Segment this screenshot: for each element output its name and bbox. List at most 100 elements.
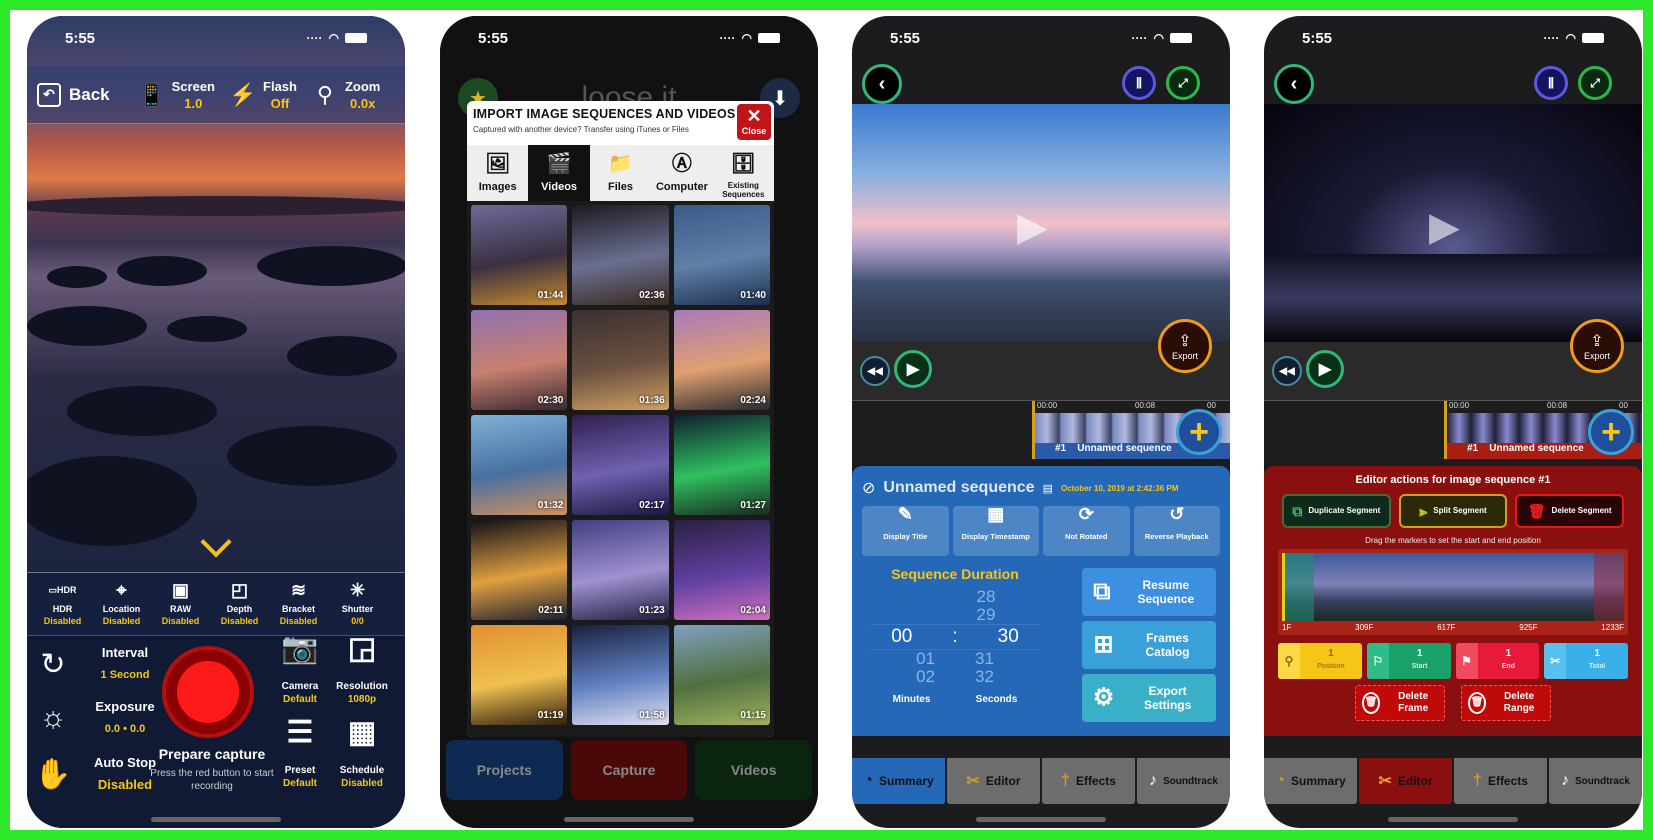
position-counter[interactable]: ⚲ 1 Position bbox=[1278, 643, 1362, 679]
tab-existing-sequences[interactable]: 🗄 Existing Sequences bbox=[713, 145, 774, 201]
export-button[interactable]: ⇪ Export bbox=[1158, 319, 1212, 373]
rotate-button[interactable]: ⟳ Not Rotated bbox=[1043, 505, 1130, 556]
frame-strip[interactable]: 1F 309F 617F 925F 1233F bbox=[1278, 549, 1628, 635]
display-title-button[interactable]: ✎ Display Title bbox=[862, 505, 949, 556]
tab-summary[interactable]: ◔ Summary bbox=[1264, 758, 1357, 804]
tab-videos[interactable]: 🎬 Videos bbox=[528, 145, 590, 201]
seconds-value[interactable]: 30 bbox=[998, 625, 1019, 649]
back-button[interactable]: ↶ Back bbox=[37, 82, 110, 107]
nav-projects[interactable]: Projects bbox=[446, 740, 563, 800]
back-button[interactable]: ‹ bbox=[862, 64, 902, 104]
camera-button[interactable]: 📷 Camera Default bbox=[265, 634, 335, 706]
video-thumbnail[interactable]: 01:36 bbox=[572, 310, 669, 410]
option-raw[interactable]: ▣ RAW Disabled bbox=[151, 577, 210, 635]
tab-soundtrack[interactable]: ♪ Soundtrack bbox=[1137, 758, 1230, 804]
tab-effects[interactable]: † Effects bbox=[1042, 758, 1135, 804]
rewind-button[interactable]: ◀◀ bbox=[860, 356, 890, 386]
duplicate-segment-button[interactable]: ⧉ Duplicate Segment bbox=[1282, 494, 1391, 528]
end-marker[interactable] bbox=[1594, 553, 1624, 621]
screen-button[interactable]: 📱 Screen 1.0 bbox=[138, 78, 215, 112]
timeline[interactable]: 00:00 00:08 00 #1 Unnamed sequence bbox=[852, 400, 1230, 460]
tab-effects[interactable]: † Effects bbox=[1454, 758, 1547, 804]
video-thumbnail[interactable]: 01:32 bbox=[471, 415, 568, 515]
video-thumbnail[interactable]: 02:17 bbox=[572, 415, 669, 515]
adjustments-button[interactable]: ⫼ bbox=[1534, 66, 1568, 100]
video-thumbnail[interactable]: 01:19 bbox=[471, 625, 568, 725]
video-thumbnail[interactable]: 01:23 bbox=[572, 520, 669, 620]
delete-range-button[interactable]: 🗑 Delete Range bbox=[1461, 685, 1551, 721]
frame-mark: 925F bbox=[1519, 623, 1538, 632]
split-segment-button[interactable]: ⫸ Split Segment bbox=[1398, 494, 1508, 528]
fullscreen-icon: ⤢ bbox=[1590, 75, 1600, 90]
video-thumbnail[interactable]: 01:40 bbox=[673, 205, 770, 305]
fullscreen-button[interactable]: ⤢ bbox=[1578, 66, 1612, 100]
back-button[interactable]: ‹ bbox=[1274, 64, 1314, 104]
add-button[interactable]: + bbox=[1176, 409, 1222, 455]
resolution-button[interactable]: ◲ Resolution 1080p bbox=[327, 634, 397, 706]
video-thumbnail[interactable]: 02:24 bbox=[673, 310, 770, 410]
play-button[interactable]: ▶ bbox=[894, 350, 932, 388]
tab-computer[interactable]: Ⓐ Computer bbox=[651, 145, 712, 201]
start-marker[interactable] bbox=[1282, 553, 1314, 621]
delete-segment-button[interactable]: 🗑 Delete Segment bbox=[1515, 494, 1625, 528]
schedule-button[interactable]: ▦ Schedule Disabled bbox=[327, 718, 397, 790]
edit-icon[interactable]: ⊘ bbox=[862, 478, 875, 498]
display-timestamp-button[interactable]: ▦ Display Timestamp bbox=[952, 505, 1039, 556]
video-thumbnail[interactable]: 01:15 bbox=[673, 625, 770, 725]
option-location[interactable]: ⌖ Location Disabled bbox=[92, 577, 151, 635]
total-counter[interactable]: ✂ 1 Total bbox=[1544, 643, 1628, 679]
status-bar: 5:55 ···· ◠ bbox=[440, 16, 818, 60]
video-thumbnail[interactable]: 02:04 bbox=[673, 520, 770, 620]
option-bracket[interactable]: ≋ Bracket Disabled bbox=[269, 577, 328, 635]
zoom-button[interactable]: ⚲ Zoom 0.0x bbox=[311, 78, 380, 112]
exposure-button[interactable]: ☼ Exposure 0.0 • 0.0 bbox=[35, 696, 161, 740]
option-depth[interactable]: ◰ Depth Disabled bbox=[210, 577, 269, 635]
video-duration: 02:30 bbox=[537, 395, 564, 406]
export-settings-button[interactable]: ⚙ Export Settings bbox=[1082, 674, 1216, 722]
nav-videos[interactable]: Videos bbox=[695, 740, 813, 800]
sequence-name[interactable]: Unnamed sequence bbox=[883, 479, 1034, 497]
reverse-playback-button[interactable]: ↺ Reverse Playback bbox=[1133, 505, 1220, 556]
adjustments-button[interactable]: ⫼ bbox=[1122, 66, 1156, 100]
option-shutter[interactable]: ✳ Shutter 0/0 bbox=[328, 577, 387, 635]
duration-picker[interactable]: Sequence Duration 28 29 00:30 01 31 02 32 … bbox=[870, 566, 1040, 705]
video-thumbnail[interactable]: 02:30 bbox=[471, 310, 568, 410]
timeline[interactable]: 00:00 00:08 00 #1 Unnamed sequence bbox=[1264, 400, 1642, 460]
preset-button[interactable]: ☰ Preset Default bbox=[265, 718, 335, 790]
video-thumbnail[interactable]: 02:36 bbox=[572, 205, 669, 305]
video-duration: 01:19 bbox=[537, 710, 564, 721]
export-button[interactable]: ⇪ Export bbox=[1570, 319, 1624, 373]
nav-capture[interactable]: Capture bbox=[570, 740, 688, 800]
play-button[interactable]: ▶ bbox=[1306, 350, 1344, 388]
tab-label: Videos bbox=[541, 181, 578, 193]
tab-files[interactable]: 📁 Files bbox=[590, 145, 651, 201]
resume-sequence-button[interactable]: ⧉ Resume Sequence bbox=[1082, 568, 1216, 616]
tab-images[interactable]: 🖼 Images bbox=[467, 145, 528, 201]
button-label: Delete Segment bbox=[1551, 506, 1612, 515]
video-thumbnail[interactable]: 01:58 bbox=[572, 625, 669, 725]
tab-soundtrack[interactable]: ♪ Soundtrack bbox=[1549, 758, 1642, 804]
close-button[interactable]: ✕ Close bbox=[737, 104, 771, 140]
delete-frame-button[interactable]: 🗑 Delete Frame bbox=[1355, 685, 1445, 721]
tab-editor[interactable]: ✂ Editor bbox=[1359, 758, 1452, 804]
frames-catalog-button[interactable]: ⊞ Frames Catalog bbox=[1082, 621, 1216, 669]
button-label: Display Title bbox=[883, 532, 928, 541]
option-hdr[interactable]: ▭HDR HDR Disabled bbox=[33, 577, 92, 635]
video-preview[interactable]: ▶ bbox=[1264, 104, 1642, 342]
export-settings-icon: ⚙ bbox=[1092, 684, 1115, 711]
video-thumbnail[interactable]: 01:44 bbox=[471, 205, 568, 305]
record-button[interactable] bbox=[162, 646, 254, 738]
interval-button[interactable]: ↻ Interval 1 Second bbox=[35, 642, 161, 686]
minutes-value[interactable]: 00 bbox=[891, 625, 912, 649]
tab-summary[interactable]: ◔ Summary bbox=[852, 758, 945, 804]
fullscreen-button[interactable]: ⤢ bbox=[1166, 66, 1200, 100]
end-counter[interactable]: ⚑ 1 End bbox=[1455, 643, 1540, 679]
video-preview[interactable]: ▶ bbox=[852, 104, 1230, 342]
video-thumbnail[interactable]: 02:11 bbox=[471, 520, 568, 620]
rewind-button[interactable]: ◀◀ bbox=[1272, 356, 1302, 386]
add-button[interactable]: + bbox=[1588, 409, 1634, 455]
start-counter[interactable]: ⚐ 1 Start bbox=[1366, 643, 1451, 679]
flash-button[interactable]: ⚡ Flash Off bbox=[229, 78, 297, 112]
tab-editor[interactable]: ✂ Editor bbox=[947, 758, 1040, 804]
video-thumbnail[interactable]: 01:27 bbox=[673, 415, 770, 515]
